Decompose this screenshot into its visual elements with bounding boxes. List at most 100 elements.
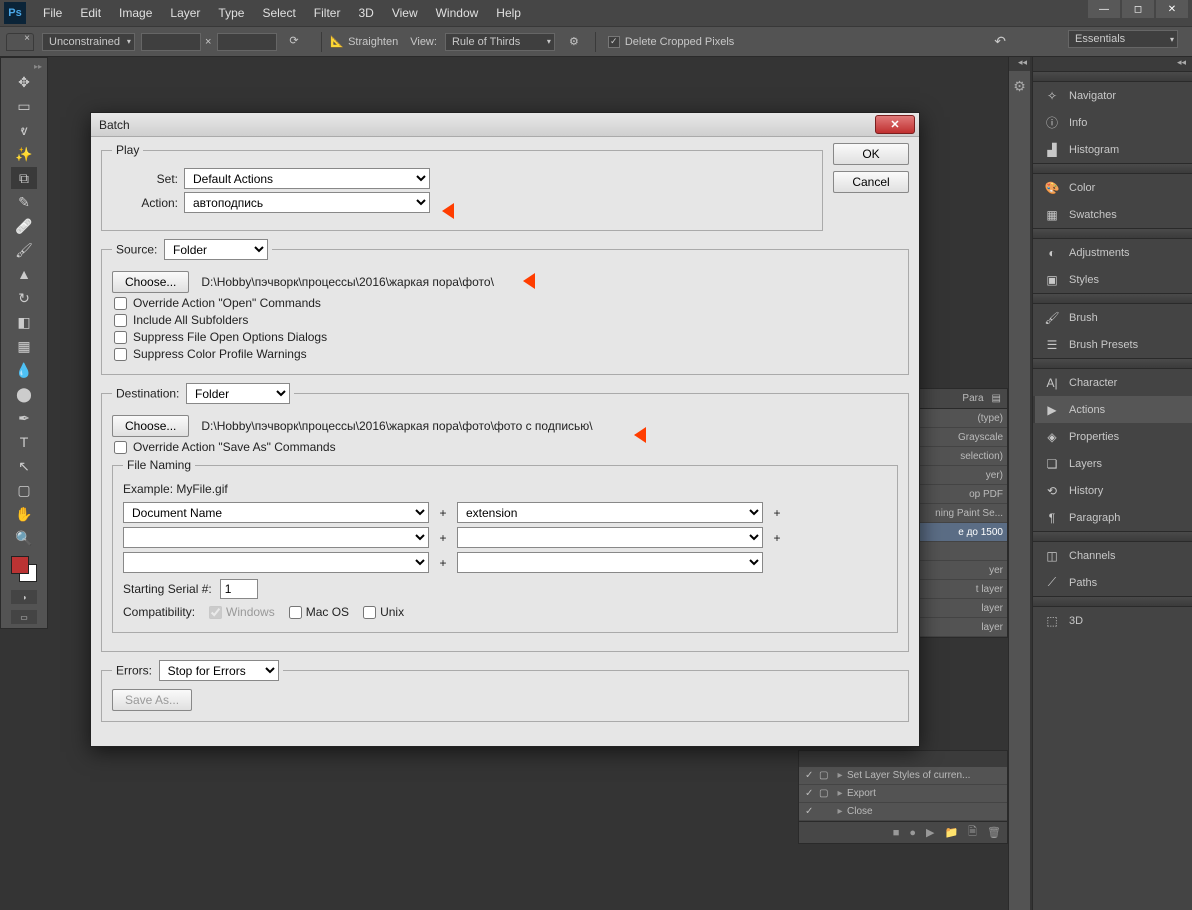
play-icon[interactable]: ▶ — [926, 826, 934, 839]
action-select[interactable]: автоподпись — [184, 192, 430, 213]
panel-navigator[interactable]: ✧Navigator — [1033, 82, 1192, 109]
fn-token-3[interactable] — [123, 527, 429, 548]
screen-mode-toggle[interactable]: ▭ — [11, 610, 37, 624]
panel-swatches[interactable]: ▦Swatches — [1033, 201, 1192, 228]
serial-input[interactable] — [220, 579, 258, 599]
pen-tool[interactable]: ✒ — [11, 407, 37, 429]
crop-constraint-dropdown[interactable]: Unconstrained — [42, 33, 135, 51]
history-brush-tool[interactable]: ↻ — [11, 287, 37, 309]
foreground-color-swatch[interactable] — [11, 556, 29, 574]
fn-token-1[interactable]: Document Name — [123, 502, 429, 523]
stop-icon[interactable]: ■ — [893, 827, 900, 839]
magic-wand-tool[interactable]: ✨ — [11, 143, 37, 165]
panel-adjustments[interactable]: ◐Adjustments — [1033, 239, 1192, 266]
override-open-checkbox[interactable]: Override Action "Open" Commands — [114, 296, 898, 310]
panel-styles[interactable]: ▣Styles — [1033, 266, 1192, 293]
action-row[interactable]: ning Paint Se... — [919, 504, 1007, 523]
menu-3d[interactable]: 3D — [349, 6, 382, 20]
override-saveas-checkbox[interactable]: Override Action "Save As" Commands — [114, 440, 898, 454]
crop-width-input[interactable] — [141, 33, 201, 51]
delete-cropped-checkbox[interactable]: ✓Delete Cropped Pixels — [608, 36, 734, 48]
suppress-open-dialogs-checkbox[interactable]: Suppress File Open Options Dialogs — [114, 330, 898, 344]
dialog-titlebar[interactable]: Batch ✕ — [91, 113, 919, 137]
clone-stamp-tool[interactable]: ▲ — [11, 263, 37, 285]
brush-tool[interactable]: 🖌 — [11, 239, 37, 261]
path-select-tool[interactable]: ↖ — [11, 455, 37, 477]
fn-token-6[interactable] — [457, 552, 763, 573]
straighten-button[interactable]: 📐 Straighten — [330, 35, 398, 48]
panel-brush-presets[interactable]: ☰Brush Presets — [1033, 331, 1192, 358]
menu-window[interactable]: Window — [427, 6, 488, 20]
panel-properties[interactable]: ◈Properties — [1033, 423, 1192, 450]
close-button[interactable]: ✕ — [1156, 0, 1188, 18]
eraser-tool[interactable]: ◧ — [11, 311, 37, 333]
panel-channels[interactable]: ◫Channels — [1033, 542, 1192, 569]
shape-tool[interactable]: ▢ — [11, 479, 37, 501]
tool-preset-picker[interactable] — [6, 33, 34, 51]
include-subfolders-checkbox[interactable]: Include All Subfolders — [114, 313, 898, 327]
action-row[interactable]: t layer — [919, 580, 1007, 599]
hand-tool[interactable]: ✋ — [11, 503, 37, 525]
panel-actions[interactable]: ▶Actions — [1033, 396, 1192, 423]
move-tool[interactable]: ✥ — [11, 71, 37, 93]
compat-mac-checkbox[interactable]: Mac OS — [289, 605, 349, 619]
record-icon[interactable]: ● — [909, 827, 916, 839]
menu-type[interactable]: Type — [209, 6, 253, 20]
panel-paragraph[interactable]: ¶Paragraph — [1033, 504, 1192, 531]
marquee-tool[interactable]: ▭ — [11, 95, 37, 117]
menu-view[interactable]: View — [383, 6, 427, 20]
action-row[interactable] — [919, 542, 1007, 561]
trash-icon[interactable]: 🗑 — [987, 826, 1001, 839]
panel-brush[interactable]: 🖌Brush — [1033, 304, 1192, 331]
crop-view-dropdown[interactable]: Rule of Thirds — [445, 33, 555, 51]
action-row[interactable]: yer — [919, 561, 1007, 580]
action-row[interactable]: Grayscale — [919, 428, 1007, 447]
panel-color[interactable]: 🎨Color — [1033, 174, 1192, 201]
action-step-row[interactable]: ✓▢▸Export — [799, 785, 1007, 803]
menu-filter[interactable]: Filter — [305, 6, 350, 20]
panel-paths[interactable]: ⟋Paths — [1033, 569, 1192, 596]
action-row[interactable]: selection) — [919, 447, 1007, 466]
color-swatches[interactable] — [9, 554, 39, 584]
crop-height-input[interactable] — [217, 33, 277, 51]
menu-help[interactable]: Help — [487, 6, 530, 20]
panel-3d[interactable]: ⬚3D — [1033, 607, 1192, 634]
crop-tool[interactable]: ⧉ — [11, 167, 37, 189]
action-step-row[interactable]: ✓▢▸Set Layer Styles of curren... — [799, 767, 1007, 785]
mini-panel-icon[interactable]: ⚙ — [1009, 71, 1030, 101]
menu-layer[interactable]: Layer — [161, 6, 209, 20]
dialog-close-button[interactable]: ✕ — [875, 115, 915, 134]
healing-brush-tool[interactable]: 🩹 — [11, 215, 37, 237]
panel-character[interactable]: A|Character — [1033, 369, 1192, 396]
actions-tab[interactable]: Para▤ — [919, 389, 1007, 409]
ok-button[interactable]: OK — [833, 143, 909, 165]
action-row[interactable]: layer — [919, 599, 1007, 618]
destination-select[interactable]: Folder — [186, 383, 290, 404]
source-choose-button[interactable]: Choose... — [112, 271, 189, 293]
cancel-button[interactable]: Cancel — [833, 171, 909, 193]
fn-token-4[interactable] — [457, 527, 763, 548]
fn-token-5[interactable] — [123, 552, 429, 573]
collapse-arrow-icon[interactable]: ◂◂ — [1009, 57, 1030, 71]
lasso-tool[interactable]: ⱴ — [11, 119, 37, 141]
menu-file[interactable]: File — [34, 6, 71, 20]
panel-layers[interactable]: ❏Layers — [1033, 450, 1192, 477]
fn-token-2[interactable]: extension — [457, 502, 763, 523]
swap-dim-icon[interactable]: ⟳ — [289, 34, 305, 50]
source-select[interactable]: Folder — [164, 239, 268, 260]
menu-edit[interactable]: Edit — [71, 6, 110, 20]
menu-image[interactable]: Image — [110, 6, 161, 20]
type-tool[interactable]: T — [11, 431, 37, 453]
panel-histogram[interactable]: ▟Histogram — [1033, 136, 1192, 163]
compat-unix-checkbox[interactable]: Unix — [363, 605, 404, 619]
action-row[interactable]: yer) — [919, 466, 1007, 485]
action-row[interactable]: op PDF — [919, 485, 1007, 504]
new-action-icon[interactable]: 🗎 — [968, 823, 977, 842]
blur-tool[interactable]: 💧 — [11, 359, 37, 381]
panel-info[interactable]: ⓘInfo — [1033, 109, 1192, 136]
suppress-color-profile-checkbox[interactable]: Suppress Color Profile Warnings — [114, 347, 898, 361]
dock-collapse-icon[interactable]: ◂◂ — [1033, 57, 1192, 71]
gradient-tool[interactable]: ▦ — [11, 335, 37, 357]
destination-choose-button[interactable]: Choose... — [112, 415, 189, 437]
workspace-switcher[interactable]: Essentials — [1068, 30, 1178, 48]
